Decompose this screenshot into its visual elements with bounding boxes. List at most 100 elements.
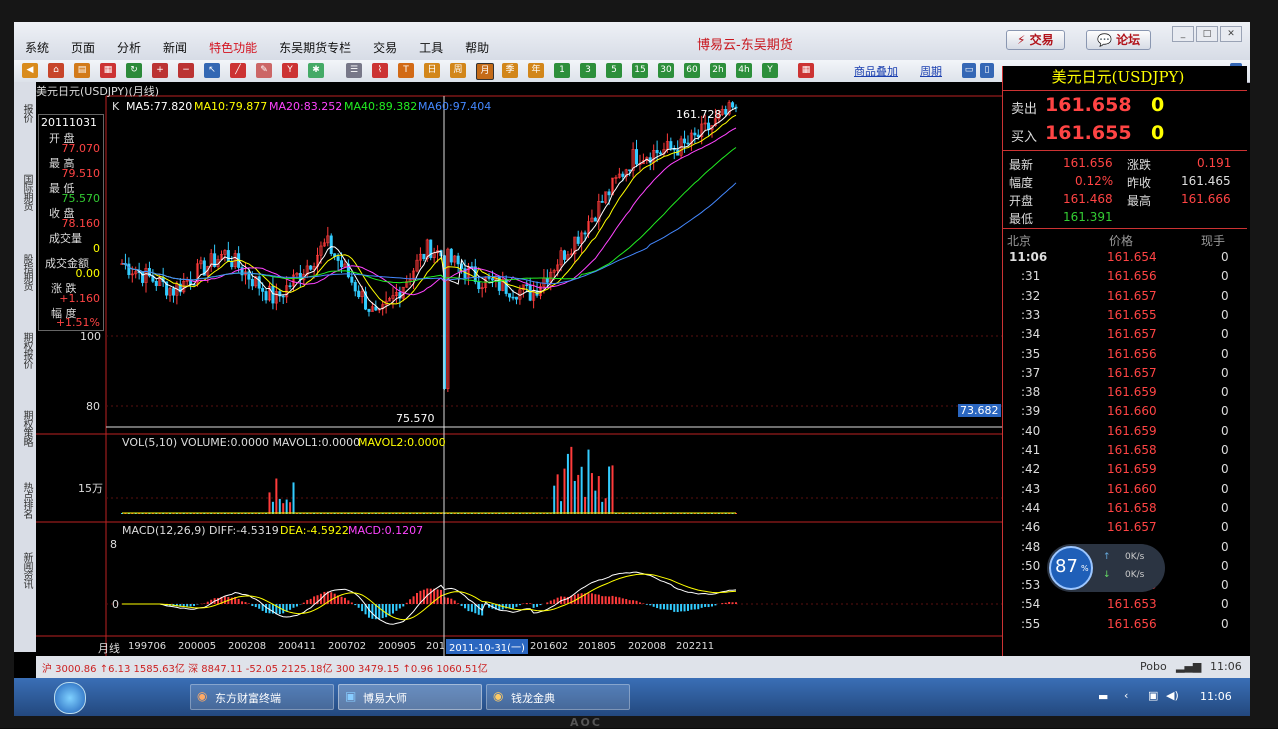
minimize-icon[interactable]: _ <box>1172 26 1194 42</box>
macd-bar <box>241 601 243 604</box>
side-tab[interactable]: 报价 <box>16 104 34 159</box>
macd-bar <box>293 604 295 608</box>
2h-icon[interactable]: 2h <box>710 63 726 78</box>
side-tab[interactable]: 新闻资讯 <box>16 552 34 612</box>
tick-price: 161.659 <box>1107 462 1157 476</box>
line-chart-icon[interactable]: ⌇ <box>372 63 388 78</box>
3min-icon[interactable]: 3 <box>580 63 596 78</box>
layout-icon[interactable]: ▯ <box>980 63 994 78</box>
quarter-icon[interactable]: 季 <box>502 63 518 78</box>
overlay-link[interactable]: 商品叠加 <box>854 63 898 79</box>
kline-chart-area[interactable]: 美元日元(USDJPY)(月线) K MA5:77.820 MA10:79.87… <box>36 82 1002 656</box>
side-tab[interactable]: 期权报价 <box>16 332 34 400</box>
menu-item[interactable]: 系统 <box>14 36 60 58</box>
4h-icon[interactable]: 4h <box>736 63 752 78</box>
menu-item[interactable]: 东吴期货专栏 <box>268 36 362 58</box>
back-icon[interactable]: ◀ <box>22 63 38 78</box>
close-icon[interactable]: ✕ <box>1220 26 1242 42</box>
taskbar-item[interactable]: ▣ 博易大师 <box>338 684 482 710</box>
candle-body <box>351 277 353 282</box>
network-widget[interactable]: 87 % ↑ 0K/s ↓ 0K/s <box>1047 544 1165 592</box>
kline-chart-svg[interactable] <box>36 82 1002 656</box>
x-tick: 201805 <box>578 641 616 652</box>
tick-time: :33 <box>1021 308 1040 322</box>
x-tick: 199706 <box>128 641 166 652</box>
tick-price: 161.656 <box>1107 347 1157 361</box>
refresh-icon[interactable]: ↻ <box>126 63 142 78</box>
volume-bar <box>594 491 596 514</box>
taskbar-item[interactable]: ◉ 东方财富终端 <box>190 684 334 710</box>
15min-icon[interactable]: 15 <box>632 63 648 78</box>
tick-time: :34 <box>1021 327 1040 341</box>
bar-info-panel: 20111031 开 盘 77.070 最 高 79.510 最 低 75.57… <box>38 114 104 331</box>
menu-item[interactable]: 交易 <box>362 36 408 58</box>
buy-label: 买入 <box>1011 126 1037 145</box>
ma20-line <box>122 128 736 295</box>
layout-icon[interactable]: ▭ <box>962 63 976 78</box>
forum-button[interactable]: 💬 论坛 <box>1086 30 1151 50</box>
macd-bar <box>323 592 325 604</box>
news-icon[interactable]: ▦ <box>100 63 116 78</box>
home-icon[interactable]: ⌂ <box>48 63 64 78</box>
side-tab[interactable]: 热点排名 <box>16 482 34 542</box>
menu-item[interactable]: 工具 <box>408 36 454 58</box>
eraser-icon[interactable]: ✎ <box>256 63 272 78</box>
year-period-icon[interactable]: Y <box>762 63 778 78</box>
year-icon[interactable]: 年 <box>528 63 544 78</box>
candle-body <box>357 291 359 297</box>
menu-item[interactable]: 页面 <box>60 36 106 58</box>
side-tab[interactable]: 股指期货 <box>16 254 34 322</box>
tick-qty: 0 <box>1221 559 1229 573</box>
table-icon[interactable]: ☰ <box>346 63 362 78</box>
taskbar-item[interactable]: ◉ 钱龙金典 <box>486 684 630 710</box>
last-label: 最新 <box>1009 156 1033 173</box>
tick-time: :44 <box>1021 501 1040 515</box>
tick-icon[interactable]: T <box>398 63 414 78</box>
volume-bar <box>574 481 576 514</box>
1min-icon[interactable]: 1 <box>554 63 570 78</box>
tick-price: 161.658 <box>1107 443 1157 457</box>
volume-bar <box>293 482 295 514</box>
tray-expand-icon[interactable]: ‹ <box>1124 689 1128 702</box>
volume-icon[interactable]: ◀) <box>1166 689 1179 702</box>
start-button-icon[interactable] <box>54 682 86 714</box>
month-icon[interactable]: 月 <box>476 63 494 80</box>
volume-bar <box>279 499 281 514</box>
zoom-in-icon[interactable]: + <box>152 63 168 78</box>
zoom-out-icon[interactable]: − <box>178 63 194 78</box>
status-bar: 沪 3000.86 ↑6.13 1585.63亿 深 8847.11 -52.0… <box>36 656 1250 678</box>
settings-icon[interactable]: ✱ <box>308 63 324 78</box>
week-icon[interactable]: 周 <box>450 63 466 78</box>
keyboard-icon[interactable]: ▬ <box>1098 690 1108 703</box>
menu-item[interactable]: 特色功能 <box>198 36 268 58</box>
cursor-icon[interactable]: ↖ <box>204 63 220 78</box>
candle-body <box>423 254 425 259</box>
draw-line-icon[interactable]: ╱ <box>230 63 246 78</box>
60min-icon[interactable]: 60 <box>684 63 700 78</box>
volume-bar <box>567 454 569 514</box>
menu-item[interactable]: 帮助 <box>454 36 500 58</box>
side-tab[interactable]: 期权策略 <box>16 410 34 478</box>
macd-bar <box>354 604 356 605</box>
day-icon[interactable]: 日 <box>424 63 440 78</box>
macd-bar <box>279 604 281 614</box>
calendar-icon[interactable]: ▦ <box>798 63 814 78</box>
candle-body <box>635 149 637 164</box>
menu-item[interactable]: 分析 <box>106 36 152 58</box>
macd-bar <box>203 603 205 604</box>
trade-button[interactable]: ⚡ 交易 <box>1006 30 1065 50</box>
indicator-icon[interactable]: Y <box>282 63 298 78</box>
menu-item[interactable]: 新闻 <box>152 36 198 58</box>
period-link[interactable]: 周期 <box>920 63 942 79</box>
app-icon: ▣ <box>345 689 356 703</box>
book-icon[interactable]: ▤ <box>74 63 90 78</box>
30min-icon[interactable]: 30 <box>658 63 674 78</box>
volume-bar <box>605 498 607 514</box>
macd-bar <box>615 597 617 604</box>
side-tab[interactable]: 国际期货 <box>16 174 34 242</box>
5min-icon[interactable]: 5 <box>606 63 622 78</box>
tick-price: 161.657 <box>1107 289 1157 303</box>
network-tray-icon[interactable]: ▣ <box>1148 689 1158 702</box>
maximize-icon[interactable]: □ <box>1196 26 1218 42</box>
volume-bar <box>612 465 614 514</box>
